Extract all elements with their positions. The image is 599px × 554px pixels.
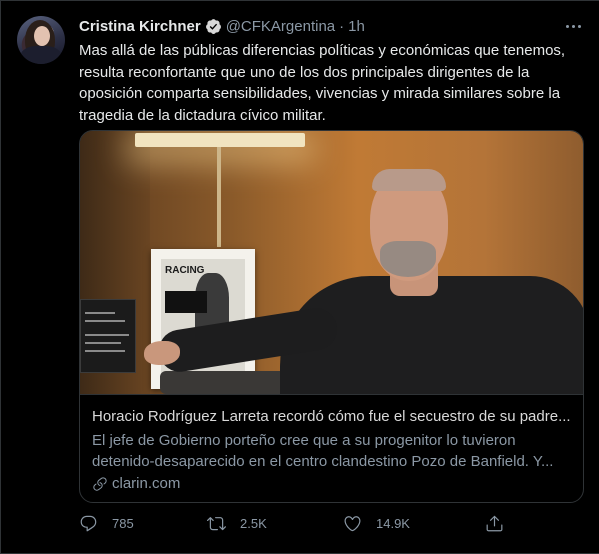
card-image[interactable]: RACING <box>80 131 583 394</box>
tweet-text: Mas allá de las públicas diferencias pol… <box>79 42 566 124</box>
separator: · <box>339 17 345 35</box>
card-title[interactable]: Horacio Rodríguez Larreta recordó cómo f… <box>92 407 572 427</box>
reply-icon <box>80 515 97 532</box>
frame-banner <box>165 291 207 313</box>
tweet-time[interactable]: 1h <box>348 18 365 35</box>
author-avatar[interactable] <box>17 16 65 64</box>
avatar-face <box>34 26 50 46</box>
avatar-coat <box>21 46 61 64</box>
author-name[interactable]: Cristina Kirchner <box>79 18 201 35</box>
more-dot <box>571 24 575 28</box>
like-button[interactable]: 14.9K <box>343 514 410 533</box>
retweet-button[interactable]: 2.5K <box>207 514 267 533</box>
reply-button[interactable]: 785 <box>79 514 134 533</box>
card-meta[interactable]: Horacio Rodríguez Larreta recordó cómo f… <box>80 394 583 502</box>
photo-person-beard <box>380 241 436 277</box>
tweet[interactable]: Cristina Kirchner @CFKArgentina · 1h Mas… <box>0 0 599 554</box>
reply-count: 785 <box>112 516 134 531</box>
photo-person-hand <box>144 341 180 365</box>
share-icon <box>486 515 503 532</box>
frame-poster-text: RACING <box>165 265 205 276</box>
action-bar: 785 2.5K 14.9K <box>79 514 584 538</box>
card-link[interactable]: clarin.com <box>92 475 573 492</box>
more-dot <box>565 24 569 28</box>
like-icon <box>344 516 361 532</box>
photo-plaque <box>80 299 136 373</box>
author-handle[interactable]: @CFKArgentina <box>226 18 335 35</box>
link-card[interactable]: RACING Horacio Rodríguez Larreta recordó… <box>79 130 584 503</box>
card-domain: clarin.com <box>112 475 181 492</box>
link-icon <box>93 476 107 491</box>
photo-person-hair <box>372 169 446 191</box>
more-dot <box>577 24 581 28</box>
card-description: El jefe de Gobierno porteño cree que a s… <box>92 432 554 470</box>
photo-lamp-shade <box>135 133 305 147</box>
share-button[interactable] <box>485 514 504 533</box>
retweet-count: 2.5K <box>240 516 267 531</box>
verified-badge-icon <box>205 18 221 34</box>
tweet-header: Cristina Kirchner @CFKArgentina · 1h <box>79 16 365 36</box>
photo-lamp-pole <box>217 147 221 247</box>
more-options-icon[interactable] <box>562 15 584 37</box>
like-count: 14.9K <box>376 516 410 531</box>
retweet-icon <box>207 517 226 531</box>
